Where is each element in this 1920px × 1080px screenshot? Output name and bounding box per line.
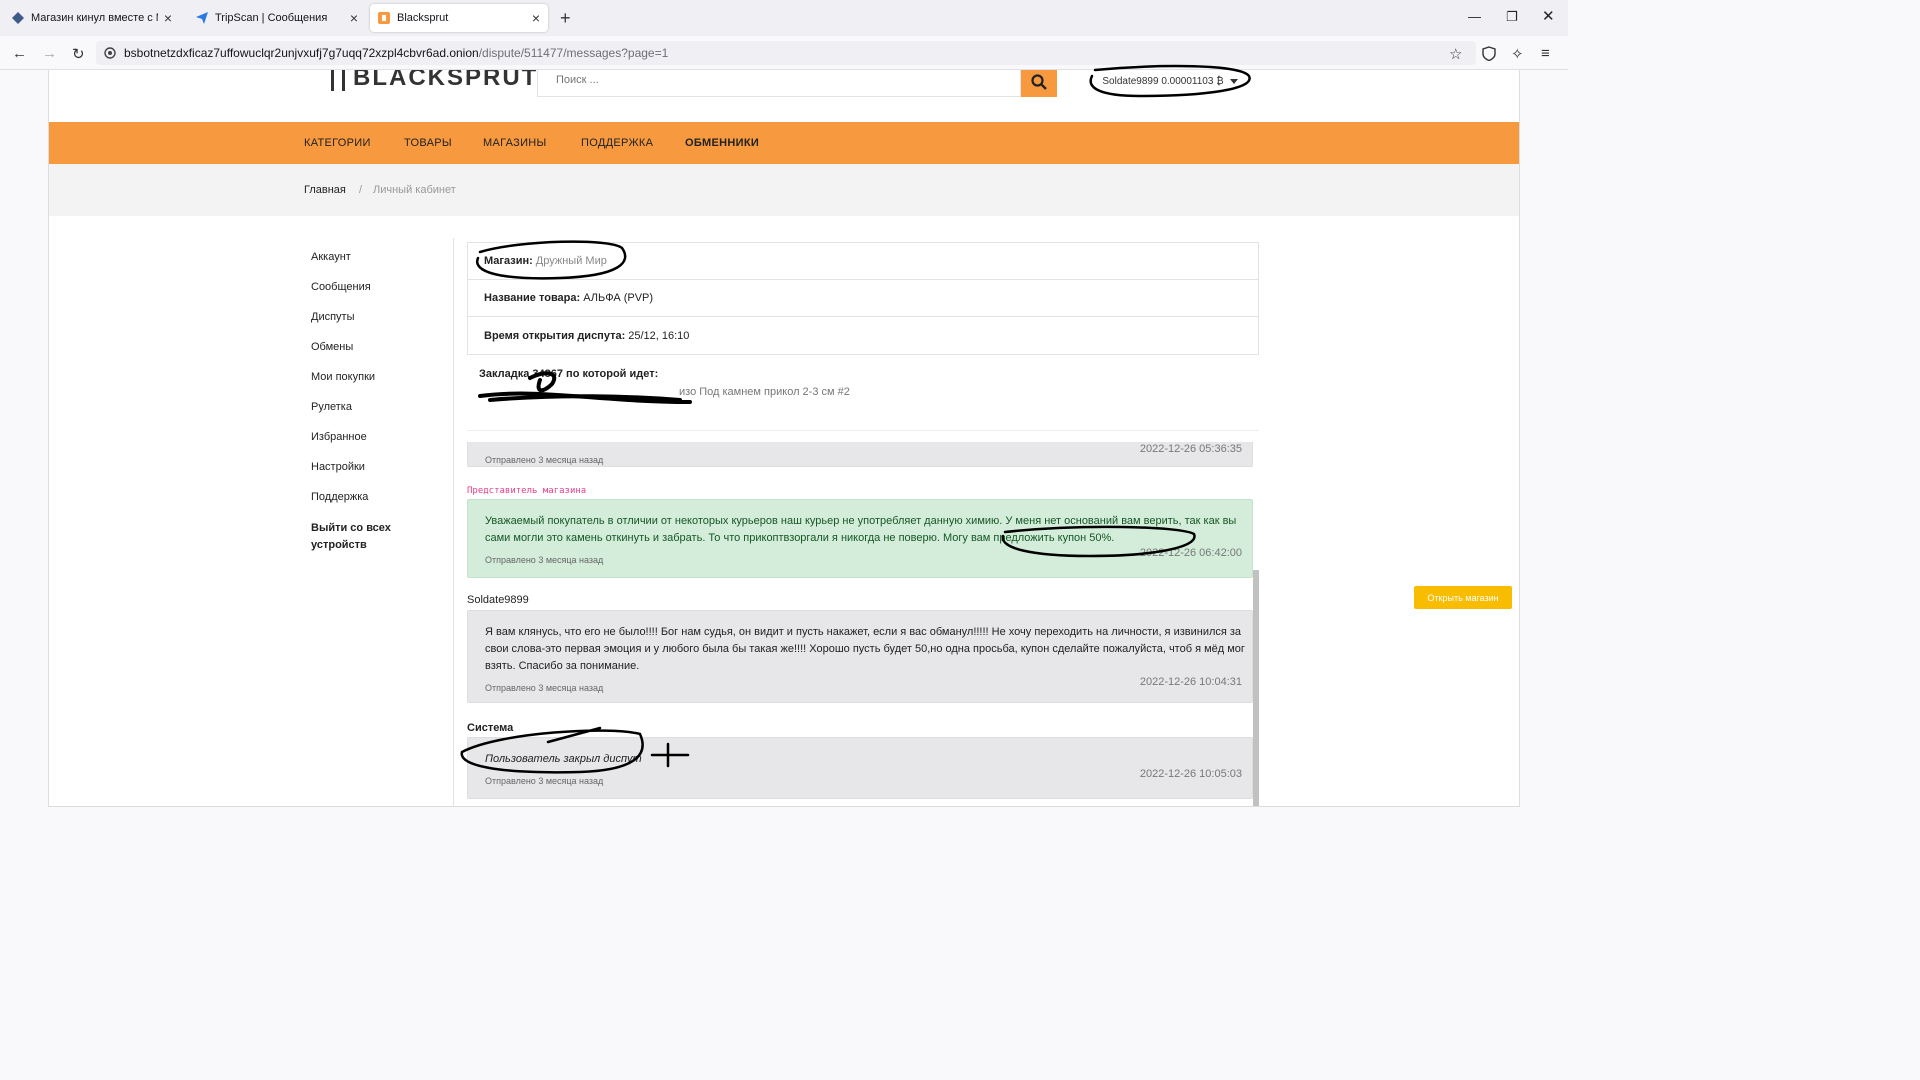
new-tab-icon[interactable]: + — [560, 8, 571, 29]
account-dropdown[interactable]: Soldate9899 0.00001103 ₿ — [1091, 70, 1249, 92]
sidebar-item-disputes[interactable]: Диспуты — [311, 310, 421, 340]
main-menu: КАТЕГОРИИ ТОВАРЫ МАГАЗИНЫ ПОДДЕРЖКА ОБМЕ… — [49, 122, 1519, 164]
forward-icon[interactable]: → — [42, 45, 57, 62]
close-icon[interactable]: × — [532, 10, 540, 26]
message-sender: Система — [467, 722, 514, 734]
sidebar-item-messages[interactable]: Сообщения — [311, 280, 421, 310]
bookmark-detail: изо Под камнем прикол 2-3 см #2 — [679, 386, 850, 398]
message-bubble: Пользователь закрыл диспут 2022-12-26 10… — [467, 737, 1253, 799]
extensions-icon[interactable]: ✧ — [1511, 45, 1524, 63]
browser-tab-active[interactable]: Blacksprut × — [370, 4, 548, 32]
chevron-down-icon — [1229, 78, 1238, 84]
menu-item-products[interactable]: ТОВАРЫ — [404, 137, 452, 149]
account-sidebar: Аккаунт Сообщения Диспуты Обмены Мои пок… — [311, 250, 421, 551]
shop-label: Магазин: — [484, 255, 533, 267]
dispute-opened-row: Время открытия диспута: 25/12, 16:10 — [468, 317, 1258, 354]
search-input[interactable] — [556, 74, 976, 86]
tab-title: Магазин кинул вместе с Модера — [31, 12, 158, 24]
message-date: 2022-12-26 05:36:35 — [1139, 443, 1242, 455]
open-shop-button[interactable]: Открыть магазин — [1414, 586, 1512, 609]
breadcrumb-current: Личный кабинет — [373, 184, 456, 196]
menu-item-exchangers[interactable]: ОБМЕННИКИ — [685, 137, 759, 149]
breadcrumb-home[interactable]: Главная — [304, 184, 346, 196]
minimize-icon[interactable]: — — [1468, 9, 1481, 24]
site-logo[interactable]: BLACKSPRUT — [331, 70, 538, 92]
menu-item-shops[interactable]: МАГАЗИНЫ — [483, 137, 547, 149]
messages-list[interactable]: 2022-12-26 05:36:35 Отправлено 3 месяца … — [467, 442, 1257, 806]
search-box — [537, 70, 1021, 97]
message-bubble: Я вам клянусь, что его не было!!!! Бог н… — [467, 610, 1253, 703]
message-date: 2022-12-26 10:04:31 — [1139, 676, 1242, 688]
tab-title: Blacksprut — [397, 12, 449, 24]
message-text: Уважаемый покупатель в отличии от некото… — [485, 515, 1237, 544]
browser-nav-bar: ← → ↻ bsbotnetzdxficaz7uffowuclqr2unjvxu… — [0, 36, 1568, 70]
restore-icon[interactable]: ❐ — [1506, 9, 1518, 25]
bookmark-star-icon[interactable]: ☆ — [1449, 45, 1462, 63]
message-sent: Отправлено 3 месяца назад — [485, 555, 604, 565]
sidebar-item-roulette[interactable]: Рулетка — [311, 400, 421, 430]
message-text: Пользователь закрыл диспут — [485, 753, 642, 765]
close-icon[interactable]: × — [350, 10, 358, 26]
search-icon — [1031, 74, 1047, 90]
message-date: 2022-12-26 06:42:00 — [1139, 547, 1242, 559]
url-path: /dispute/511477/messages?page=1 — [478, 46, 669, 60]
reload-icon[interactable]: ↻ — [72, 45, 85, 63]
message-sent: Отправлено 3 месяца назад — [485, 455, 604, 465]
menu-item-categories[interactable]: КАТЕГОРИИ — [304, 137, 371, 149]
back-icon[interactable]: ← — [12, 45, 27, 62]
message-bubble: 2022-12-26 05:36:35 Отправлено 3 месяца … — [467, 442, 1253, 467]
address-bar[interactable]: bsbotnetzdxficaz7uffowuclqr2unjvxufj7g7u… — [96, 41, 1476, 65]
bookmark-info: Закладка 34867 по которой идет: изо Под … — [479, 368, 850, 398]
logo-text: BLACKSPRUT — [353, 70, 539, 91]
site-info-icon[interactable] — [104, 47, 116, 59]
sidebar-item-exchanges[interactable]: Обмены — [311, 340, 421, 370]
bookmark-title: Закладка 34867 по которой идет: — [479, 368, 659, 380]
browser-tab[interactable]: TripScan | Сообщения × — [188, 4, 366, 32]
sidebar-divider — [453, 238, 454, 806]
shield-icon[interactable] — [1482, 46, 1496, 61]
dispute-info-panel: Магазин: Дружный Мир Название товара: АЛ… — [467, 242, 1259, 355]
message-sender: Представитель магазина — [467, 486, 587, 496]
product-name: АЛЬФА (PVP) — [583, 292, 654, 304]
message-sender[interactable]: Soldate9899 — [467, 594, 529, 606]
sidebar-item-settings[interactable]: Настройки — [311, 460, 421, 490]
dispute-product-row: Название товара: АЛЬФА (PVP) — [468, 280, 1258, 317]
message-bubble: Уважаемый покупатель в отличии от некото… — [467, 499, 1253, 578]
browser-tab[interactable]: Магазин кинул вместе с Модера × — [4, 4, 180, 32]
logo-bars-icon — [331, 70, 345, 91]
message-sent: Отправлено 3 месяца назад — [485, 683, 604, 693]
diamond-icon — [12, 12, 24, 24]
page-viewport: BLACKSPRUT Soldate9899 0.00001103 ₿ КАТЕ… — [0, 70, 1568, 882]
url-host: bsbotnetzdxficaz7uffowuclqr2unjvxufj7g7u… — [124, 46, 479, 60]
sidebar-item-favorites[interactable]: Избранное — [311, 430, 421, 460]
site-container: BLACKSPRUT Soldate9899 0.00001103 ₿ КАТЕ… — [48, 70, 1520, 807]
dispute-shop-row: Магазин: Дружный Мир — [468, 243, 1258, 280]
sidebar-item-purchases[interactable]: Мои покупки — [311, 370, 421, 400]
breadcrumb-separator: / — [359, 184, 363, 196]
account-balance: Soldate9899 0.00001103 ₿ — [1102, 75, 1224, 87]
menu-item-support[interactable]: ПОДДЕРЖКА — [581, 137, 653, 149]
shop-name[interactable]: Дружный Мир — [536, 255, 607, 267]
search-button[interactable] — [1021, 70, 1057, 97]
window-close-icon[interactable]: ✕ — [1542, 7, 1555, 25]
paper-plane-icon — [196, 12, 208, 24]
close-icon[interactable]: × — [164, 10, 172, 26]
tab-title: TripScan | Сообщения — [215, 12, 328, 24]
breadcrumb: Главная / Личный кабинет — [49, 164, 1519, 216]
message-text: Я вам клянусь, что его не было!!!! Бог н… — [485, 626, 1245, 672]
message-sent: Отправлено 3 месяца назад — [485, 776, 604, 786]
sidebar-item-logout[interactable]: Выйти со всех устройств — [311, 520, 421, 551]
menu-icon[interactable]: ≡ — [1541, 45, 1550, 62]
opened-label: Время открытия диспута: — [484, 329, 626, 342]
messages-scrollbar[interactable] — [1253, 570, 1259, 806]
opened-time: 25/12, 16:10 — [628, 329, 690, 342]
browser-tab-bar: Магазин кинул вместе с Модера × TripScan… — [0, 0, 1568, 36]
product-label: Название товара: — [484, 292, 581, 304]
blacksprut-favicon-icon — [378, 12, 390, 24]
message-date: 2022-12-26 10:05:03 — [1139, 768, 1242, 780]
sidebar-item-account[interactable]: Аккаунт — [311, 250, 421, 280]
sidebar-item-support[interactable]: Поддержка — [311, 490, 421, 520]
url-text: bsbotnetzdxficaz7uffowuclqr2unjvxufj7g7u… — [124, 46, 668, 60]
divider — [467, 430, 1259, 431]
